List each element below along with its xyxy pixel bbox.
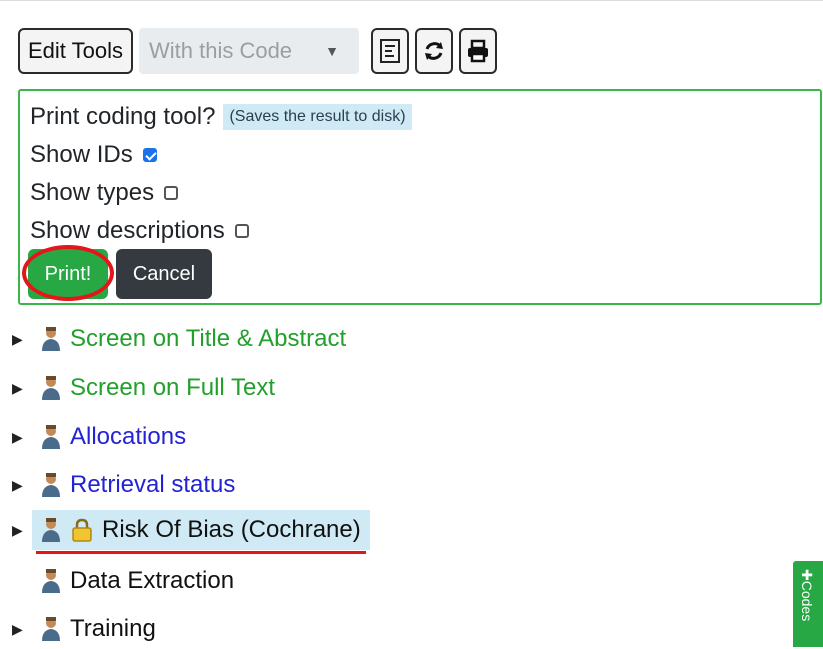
option-show-descriptions: Show descriptions (30, 217, 249, 245)
refresh-button[interactable] (414, 28, 453, 74)
print-toolbar-button[interactable] (458, 28, 497, 74)
list-icon (379, 39, 400, 63)
expand-arrow-icon[interactable]: ▶ (12, 429, 23, 446)
user-icon (42, 376, 60, 400)
tree-item-label: Retrieval status (70, 471, 236, 498)
tree-item[interactable]: ▶ Retrieval status (0, 465, 235, 505)
option-label: Show descriptions (30, 217, 225, 244)
with-code-select[interactable]: With this Code ▼ (138, 28, 359, 74)
user-icon (42, 473, 60, 497)
tree-item[interactable]: ▶ Screen on Full Text (0, 368, 275, 408)
tree-item-label: Data Extraction (70, 567, 235, 594)
chevron-down-icon: ▼ (325, 43, 339, 59)
highlight-underline (36, 551, 366, 554)
expand-arrow-icon[interactable]: ▶ (12, 621, 23, 638)
show-types-checkbox[interactable] (164, 186, 179, 200)
lock-icon (72, 518, 92, 542)
option-label: Show IDs (30, 141, 133, 168)
user-icon (42, 617, 60, 641)
tree-item-selected[interactable]: ▶ Risk Of Bias (Cochrane) (0, 510, 361, 550)
tree-item[interactable]: ▶ Screen on Title & Abstract (0, 319, 346, 359)
option-show-types: Show types (30, 179, 179, 207)
expand-arrow-icon[interactable]: ▶ (12, 522, 23, 539)
tree-item[interactable]: ▶ Allocations (0, 417, 186, 457)
option-show-ids: Show IDs (30, 141, 157, 169)
list-button[interactable] (370, 28, 409, 74)
side-tab-label: ✚Codes (799, 569, 815, 622)
highlight-circle (22, 245, 114, 301)
refresh-icon (424, 42, 443, 60)
tree-item-label: Risk Of Bias (Cochrane) (102, 516, 361, 543)
tree-item[interactable]: ▶ Data Extraction (0, 561, 234, 601)
user-icon (42, 425, 60, 449)
expand-arrow-icon[interactable]: ▶ (12, 380, 23, 397)
toolbar: Edit Tools With this Code ▼ (18, 25, 497, 77)
print-hint: (Saves the result to disk) (223, 104, 412, 130)
print-question: Print coding tool? (30, 103, 216, 130)
print-icon (467, 39, 488, 63)
tree-item-label: Screen on Title & Abstract (70, 325, 347, 352)
user-icon (42, 569, 60, 593)
print-question-line: Print coding tool? (Saves the result to … (30, 103, 412, 131)
tree-item[interactable]: ▶ Training (0, 609, 156, 649)
show-descriptions-checkbox[interactable] (234, 224, 249, 238)
tree-item-label: Screen on Full Text (70, 374, 275, 401)
option-label: Show types (30, 179, 155, 206)
codes-side-tab[interactable]: ✚Codes (793, 561, 823, 647)
expand-arrow-icon[interactable]: ▶ (12, 477, 23, 494)
app-frame: Edit Tools With this Code ▼ Print coding… (0, 0, 823, 649)
cancel-button[interactable]: Cancel (116, 249, 212, 299)
with-code-select-value: With this Code (148, 38, 293, 63)
user-icon (42, 327, 60, 351)
user-icon (42, 518, 60, 542)
tree-item-label: Allocations (70, 423, 187, 450)
show-ids-checkbox[interactable] (142, 148, 157, 162)
edit-tools-button[interactable]: Edit Tools (18, 28, 133, 74)
tree-item-label: Training (70, 615, 156, 642)
expand-arrow-icon[interactable]: ▶ (12, 331, 23, 348)
print-panel: Print coding tool? (Saves the result to … (18, 89, 822, 305)
